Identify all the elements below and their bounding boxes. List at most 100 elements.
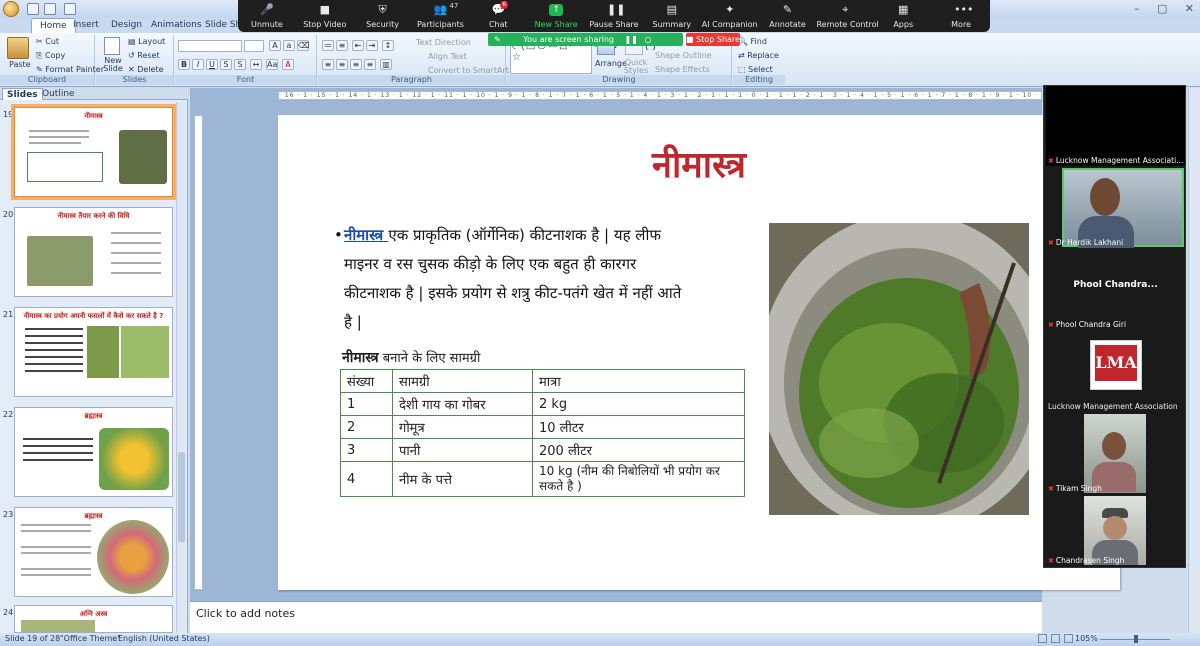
participant-tile[interactable]: ✖ Dr Hardik Lakhani: [1046, 168, 1185, 248]
neem-leaves-photo[interactable]: [769, 223, 1029, 515]
save-icon[interactable]: [27, 3, 39, 15]
tab-insert[interactable]: Insert: [73, 18, 99, 33]
align-text-button[interactable]: Align Text: [428, 52, 467, 61]
participant-tile[interactable]: Phool Chandra... ✖ Phool Chandra Giri: [1046, 250, 1185, 330]
zoom-slider-thumb[interactable]: [1134, 635, 1138, 643]
slide-thumbnail[interactable]: अग्नि अस्त्र: [14, 605, 173, 633]
pause-share-button[interactable]: ❚❚ Pause Share: [585, 0, 643, 32]
quick-styles-button[interactable]: Quick Styles: [623, 59, 649, 75]
underline-icon[interactable]: U: [206, 59, 218, 70]
annotate-button[interactable]: ✎ Annotate: [759, 0, 817, 32]
select-button[interactable]: ⬚ Select: [738, 65, 773, 74]
summary-button[interactable]: ▤ Summary: [643, 0, 701, 32]
copy-button[interactable]: ⎘ Copy: [36, 51, 65, 61]
sorter-view-icon[interactable]: [1051, 634, 1060, 643]
language-status[interactable]: English (United States): [118, 634, 210, 643]
participant-tile[interactable]: LMA Lucknow Management Association: [1046, 332, 1185, 412]
layout-button[interactable]: ▤ Layout: [128, 37, 165, 46]
spacing-icon[interactable]: ↔: [250, 59, 262, 70]
stop-share-button[interactable]: ■ Stop Share: [686, 33, 740, 46]
find-button[interactable]: 🔍 Find: [738, 37, 767, 46]
paste-button[interactable]: Paste: [9, 60, 31, 69]
font-size-combo[interactable]: [244, 40, 264, 52]
bold-icon[interactable]: B: [178, 59, 190, 70]
main-scrollbar[interactable]: [1188, 88, 1200, 633]
undo-icon[interactable]: [44, 3, 56, 15]
case-icon[interactable]: Aa: [266, 59, 278, 70]
align-center-icon[interactable]: ≡: [336, 59, 348, 70]
more-button[interactable]: ••• More: [932, 0, 990, 32]
slide[interactable]: नीमास्त्र • नीमास्त्र एक प्राकृतिक (ऑर्ग…: [278, 115, 1120, 590]
font-name-combo[interactable]: [178, 40, 242, 52]
slide-thumbnail[interactable]: नीमास्त्र: [11, 104, 176, 200]
table-cell: 10 लीटर: [532, 415, 745, 439]
bullets-icon[interactable]: ≔: [322, 40, 334, 51]
remote-control-button[interactable]: ⌖ Remote Control: [816, 0, 878, 32]
minimize-icon[interactable]: –: [1134, 2, 1140, 16]
stop-video-button[interactable]: ■ Stop Video: [296, 0, 354, 32]
delete-button[interactable]: ✕ Delete: [128, 65, 164, 74]
new-slide-icon[interactable]: [104, 37, 120, 55]
align-right-icon[interactable]: ≡: [350, 59, 362, 70]
tab-outline[interactable]: Outline: [38, 88, 79, 100]
participant-tile[interactable]: ✖ Chandrasen Singh: [1046, 496, 1185, 566]
reset-button[interactable]: ↺ Reset: [128, 51, 160, 60]
close-icon[interactable]: ✕: [1185, 2, 1194, 16]
shape-effects-button[interactable]: Shape Effects: [655, 65, 710, 74]
office-button[interactable]: [3, 1, 19, 17]
chat-button[interactable]: 💬 6 Chat: [469, 0, 527, 32]
replace-button[interactable]: ⇄ Replace: [738, 51, 779, 60]
align-left-icon[interactable]: ≡: [322, 59, 334, 70]
text-direction-button[interactable]: Text Direction: [416, 38, 471, 47]
increase-indent-icon[interactable]: ⇥: [366, 40, 378, 51]
slide-thumbnail[interactable]: नीमास्त्र का प्रयोग अपनी फसलों में कैसे …: [14, 307, 173, 397]
unmute-button[interactable]: 🎤 Unmute: [238, 0, 296, 32]
columns-icon[interactable]: ▥: [380, 59, 392, 70]
participants-button[interactable]: 👥 47 Participants: [412, 0, 470, 32]
tab-home[interactable]: Home: [31, 18, 76, 33]
participant-tile[interactable]: ✖ Tikam Singh: [1046, 414, 1185, 494]
pause-small-icon[interactable]: ❚❚: [625, 35, 638, 44]
neemastra-link[interactable]: नीमास्त्र: [344, 226, 388, 244]
tab-slides[interactable]: Slides: [2, 88, 43, 100]
shape-outline-button[interactable]: Shape Outline: [655, 51, 712, 60]
tab-design[interactable]: Design: [111, 18, 142, 33]
slides-panel-scrollbar[interactable]: [176, 102, 186, 632]
line-spacing-icon[interactable]: ↕: [382, 40, 394, 51]
ai-companion-button[interactable]: ✦ AI Companion: [701, 0, 759, 32]
new-share-button[interactable]: ↑ New Share: [527, 0, 585, 32]
italic-icon[interactable]: I: [192, 59, 204, 70]
notes-pane[interactable]: Click to add notes: [190, 601, 1042, 633]
scroll-thumb[interactable]: [178, 452, 185, 542]
maximize-icon[interactable]: ▢: [1157, 2, 1167, 16]
decrease-indent-icon[interactable]: ⇤: [352, 40, 364, 51]
apps-button[interactable]: ▦ Apps: [874, 0, 932, 32]
font-color-icon[interactable]: A: [282, 59, 294, 70]
slide-thumbnail[interactable]: ब्रह्मास्त्र: [14, 507, 173, 597]
redo-icon[interactable]: [64, 3, 76, 15]
cut-button[interactable]: ✂ Cut: [36, 37, 59, 46]
shrink-font-icon[interactable]: a: [283, 40, 295, 51]
new-slide-button[interactable]: New Slide: [100, 57, 126, 73]
shadow-icon[interactable]: S: [234, 59, 246, 70]
normal-view-icon[interactable]: [1038, 634, 1047, 643]
slide-thumbnail[interactable]: ब्रह्मास्त्र: [14, 407, 173, 497]
clear-format-icon[interactable]: ⌫: [297, 40, 309, 51]
convert-smartart-button[interactable]: Convert to SmartArt: [428, 66, 509, 75]
pin-icon[interactable]: ✎: [494, 35, 501, 44]
slide-thumbnail[interactable]: नीमास्त्र तैयार करने की विधि: [14, 207, 173, 297]
zoom-level[interactable]: 105%: [1075, 634, 1098, 643]
justify-icon[interactable]: ≡: [364, 59, 376, 70]
format-painter-button[interactable]: ✎ Format Painter: [36, 65, 104, 74]
grow-font-icon[interactable]: A: [269, 40, 281, 51]
materials-table[interactable]: संख्या सामग्री मात्रा 1 देशी गाय का गोबर…: [340, 369, 745, 497]
tab-animations[interactable]: Animations: [151, 18, 202, 33]
bullet-paragraph[interactable]: • नीमास्त्र एक प्राकृतिक (ऑर्गेनिक) कीटन…: [334, 221, 689, 337]
strike-icon[interactable]: S: [220, 59, 232, 70]
participant-tile[interactable]: ✖ Lucknow Management Associati...: [1046, 86, 1185, 166]
slideshow-view-icon[interactable]: [1064, 634, 1073, 643]
slide-title[interactable]: नीमास्त्र: [278, 139, 1120, 188]
security-button[interactable]: ⛨ Security: [354, 0, 412, 32]
paste-icon[interactable]: [7, 37, 29, 59]
numbering-icon[interactable]: ≡: [336, 40, 348, 51]
